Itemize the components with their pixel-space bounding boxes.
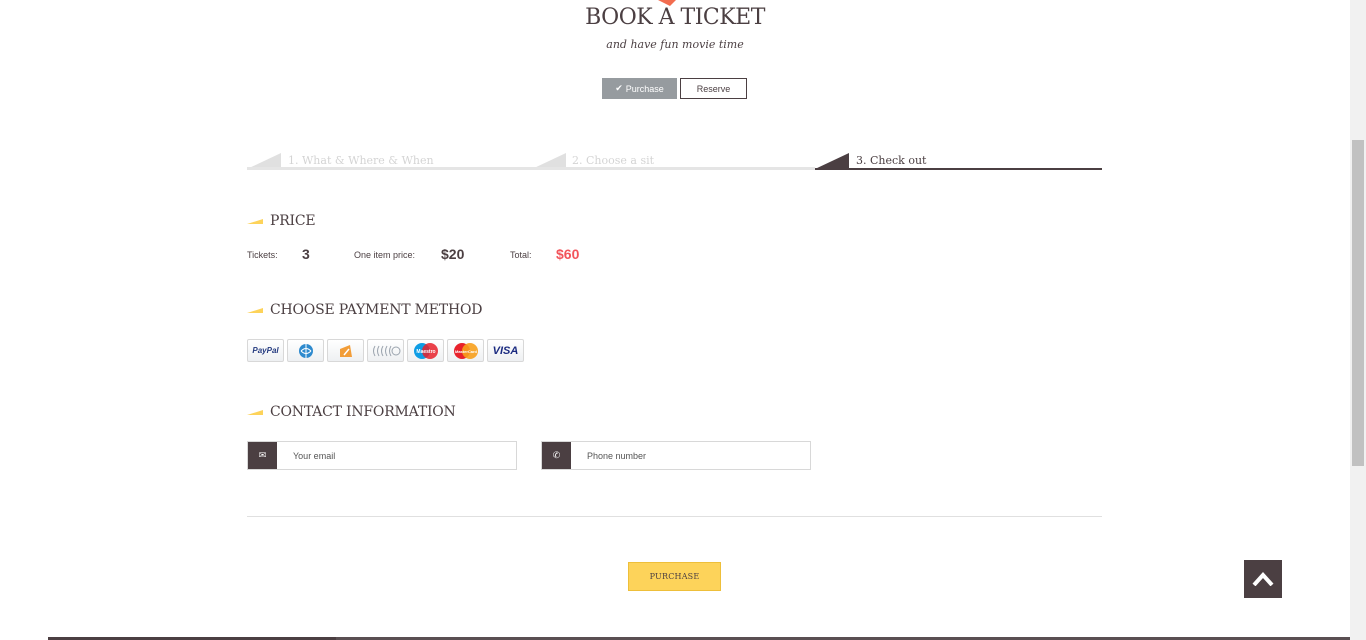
total-value: $60 bbox=[556, 246, 580, 262]
page-scrollbar[interactable] bbox=[1350, 0, 1366, 640]
step-label: 2. Choose a sit bbox=[572, 154, 655, 167]
step-underline bbox=[247, 167, 532, 170]
page-title: BOOK A TICKET bbox=[585, 5, 765, 30]
yandex-money-icon[interactable] bbox=[327, 339, 364, 362]
paypal-icon[interactable]: PayPal bbox=[247, 339, 284, 362]
phone-icon: ✆ bbox=[542, 442, 571, 469]
purchase-button[interactable]: PURCHASE bbox=[628, 562, 721, 591]
purchase-mode-label: Purchase bbox=[625, 83, 664, 94]
arrow-up-icon bbox=[1252, 572, 1274, 586]
heading-dash-icon bbox=[247, 409, 263, 415]
step-label: 3. Check out bbox=[856, 154, 927, 167]
item-price-value: $20 bbox=[441, 246, 465, 262]
step-check-out[interactable]: 3. Check out bbox=[815, 150, 1102, 172]
purchase-mode-button[interactable]: ✔ Purchase bbox=[602, 78, 677, 99]
page-subtitle: and have fun movie time bbox=[606, 38, 744, 51]
visa-icon[interactable]: VISA bbox=[487, 339, 524, 362]
payment-section-heading: CHOOSE PAYMENT METHOD bbox=[247, 302, 482, 318]
envelope-icon: ✉ bbox=[248, 442, 277, 469]
step-triangle-icon bbox=[815, 153, 849, 169]
step-underline bbox=[532, 167, 815, 170]
heading-dash-icon bbox=[247, 307, 263, 313]
step-label: 1. What & Where & When bbox=[288, 154, 434, 167]
email-input[interactable] bbox=[277, 442, 516, 469]
phone-input[interactable] bbox=[571, 442, 810, 469]
payment-methods: PayPal Maestro MasterCard VISA bbox=[247, 339, 524, 362]
tickets-label: Tickets: bbox=[247, 250, 278, 260]
step-underline bbox=[815, 168, 1102, 170]
contact-heading: CONTACT INFORMATION bbox=[270, 404, 456, 420]
phone-field: ✆ bbox=[541, 441, 811, 470]
tickets-count: 3 bbox=[302, 246, 310, 262]
step-choose-sit[interactable]: 2. Choose a sit bbox=[532, 150, 815, 172]
contact-section-heading: CONTACT INFORMATION bbox=[247, 404, 456, 420]
email-field: ✉ bbox=[247, 441, 517, 470]
maestro-icon[interactable]: Maestro bbox=[407, 339, 444, 362]
total-label: Total: bbox=[510, 250, 532, 260]
item-price-label: One item price: bbox=[354, 250, 416, 260]
step-what-where-when[interactable]: 1. What & Where & When bbox=[247, 150, 532, 172]
checkout-steps: 1. What & Where & When 2. Choose a sit 3… bbox=[247, 150, 1102, 172]
price-section-heading: PRICE bbox=[247, 213, 316, 229]
heading-dash-icon bbox=[247, 218, 263, 224]
reserve-mode-label: Reserve bbox=[696, 83, 731, 94]
price-heading: PRICE bbox=[270, 213, 316, 229]
section-divider bbox=[247, 516, 1102, 517]
contactless-icon[interactable] bbox=[367, 339, 404, 362]
svg-text:MasterCard: MasterCard bbox=[454, 349, 477, 354]
scrollbar-thumb[interactable] bbox=[1352, 140, 1364, 466]
svg-text:Maestro: Maestro bbox=[416, 349, 435, 355]
mastercard-icon[interactable]: MasterCard bbox=[447, 339, 484, 362]
webmoney-icon[interactable] bbox=[287, 339, 324, 362]
reserve-mode-button[interactable]: Reserve bbox=[680, 78, 747, 99]
check-icon: ✔ bbox=[615, 83, 623, 93]
scroll-to-top-button[interactable] bbox=[1244, 560, 1282, 598]
payment-heading: CHOOSE PAYMENT METHOD bbox=[270, 302, 483, 318]
